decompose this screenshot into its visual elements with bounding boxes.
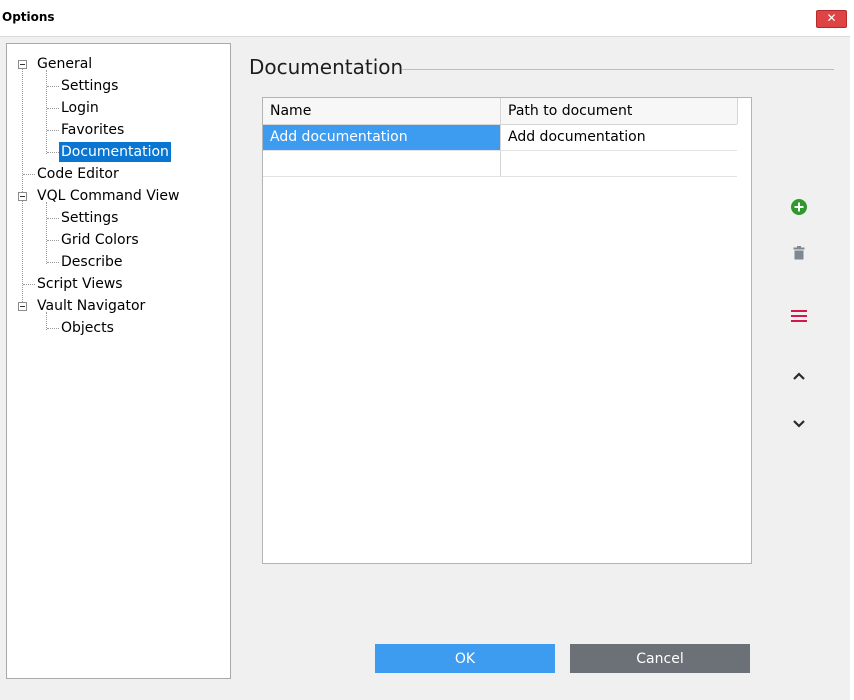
column-header-path[interactable]: Path to document (501, 98, 737, 124)
column-header-name[interactable]: Name (263, 98, 500, 124)
ok-button[interactable]: OK (375, 644, 555, 673)
documentation-grid[interactable]: Name Path to document Add documentation … (262, 97, 752, 564)
window-title: Options (2, 10, 55, 24)
tree-item-grid-colors[interactable]: Grid Colors (59, 230, 141, 250)
tree-item-favorites[interactable]: Favorites (59, 120, 126, 140)
tree-line (23, 174, 35, 175)
collapse-icon[interactable] (18, 192, 27, 201)
tree-item-documentation[interactable]: Documentation (59, 142, 171, 162)
tree-item-code-editor[interactable]: Code Editor (35, 164, 121, 184)
tree-item-general-settings[interactable]: Settings (59, 76, 120, 96)
add-circle-icon[interactable] (787, 195, 811, 219)
tree-line (47, 108, 59, 109)
tree-item-vql-command-view[interactable]: VQL Command View (35, 186, 181, 206)
cell-name[interactable] (263, 151, 500, 176)
tree-line (23, 284, 35, 285)
tree-line (47, 262, 59, 263)
title-bar: Options ✕ (0, 0, 854, 36)
column-divider (737, 98, 738, 124)
tree-line (47, 218, 59, 219)
section-title: Documentation (249, 55, 404, 79)
window-edge (850, 36, 854, 700)
tree-line (46, 70, 47, 154)
chevron-up-icon[interactable] (787, 365, 811, 389)
options-window: Options ✕ General Settings Login Favorit… (0, 0, 854, 700)
tree-item-describe[interactable]: Describe (59, 252, 125, 272)
options-tree[interactable]: General Settings Login Favorites Documen… (6, 43, 231, 679)
dialog-content: General Settings Login Favorites Documen… (0, 36, 850, 695)
tree-line (47, 130, 59, 131)
tree-line (47, 86, 59, 87)
trash-icon[interactable] (787, 241, 811, 265)
tree-item-vault-navigator[interactable]: Vault Navigator (35, 296, 147, 316)
section-divider (402, 69, 834, 70)
table-row[interactable] (263, 151, 737, 177)
table-row[interactable]: Add documentation Add documentation (263, 125, 737, 151)
cell-path[interactable]: Add documentation (501, 125, 737, 150)
tree-item-vql-settings[interactable]: Settings (59, 208, 120, 228)
tree-item-script-views[interactable]: Script Views (35, 274, 125, 294)
menu-icon[interactable] (787, 304, 811, 328)
tree-item-login[interactable]: Login (59, 98, 101, 118)
tree-line (47, 152, 59, 153)
tree-line (47, 328, 59, 329)
cell-path[interactable] (501, 151, 737, 176)
cancel-button[interactable]: Cancel (570, 644, 750, 673)
collapse-icon[interactable] (18, 60, 27, 69)
tree-line (46, 202, 47, 264)
cell-name[interactable]: Add documentation (263, 125, 500, 150)
tree-line (22, 60, 23, 308)
tree-line (47, 240, 59, 241)
tree-item-general[interactable]: General (35, 54, 94, 74)
chevron-down-icon[interactable] (787, 411, 811, 435)
collapse-icon[interactable] (18, 302, 27, 311)
close-button[interactable]: ✕ (816, 10, 847, 28)
tree-item-objects[interactable]: Objects (59, 318, 116, 338)
